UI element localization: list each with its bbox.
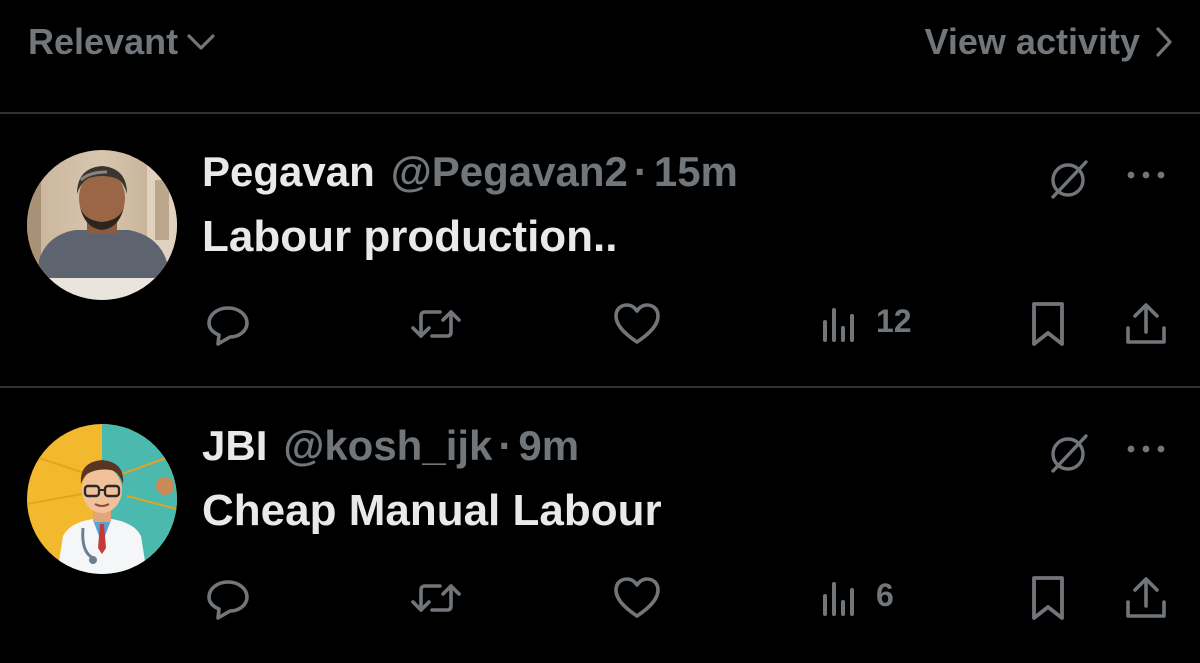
bookmark-button[interactable]: [1028, 574, 1068, 622]
reply-sort-bar: Relevant View activity: [0, 0, 1200, 114]
retweet-icon: [410, 574, 462, 622]
bookmark-icon: [1028, 574, 1068, 622]
separator-dot: ·: [498, 422, 513, 469]
grok-icon[interactable]: [1046, 156, 1092, 207]
view-activity-link[interactable]: View activity: [925, 18, 1174, 66]
timestamp[interactable]: 15m: [654, 148, 738, 196]
reply-icon: [204, 300, 252, 348]
tweet-actions: 12: [0, 300, 1200, 350]
timestamp[interactable]: 9m: [518, 422, 579, 470]
tweet-text: Labour production..: [202, 212, 618, 261]
more-icon[interactable]: [1124, 168, 1168, 187]
retweet-button[interactable]: [410, 300, 462, 348]
sort-label: Relevant: [28, 21, 179, 62]
tweet[interactable]: JBI @kosh_ijk · 9m Cheap Manual Labour 6: [0, 388, 1200, 663]
chevron-right-icon: [1154, 26, 1174, 58]
avatar[interactable]: [27, 424, 177, 574]
share-button[interactable]: [1122, 300, 1170, 348]
display-name[interactable]: JBI: [202, 422, 267, 470]
views-icon: [820, 574, 862, 616]
reply-icon: [204, 574, 252, 622]
display-name[interactable]: Pegavan: [202, 148, 375, 196]
like-button[interactable]: [612, 300, 662, 348]
heart-icon: [612, 300, 662, 348]
grok-icon[interactable]: [1046, 430, 1092, 481]
tweet[interactable]: Pegavan @Pegavan2 · 15m Labour productio…: [0, 114, 1200, 388]
retweet-button[interactable]: [410, 574, 462, 622]
tweet-actions: 6: [0, 574, 1200, 624]
bookmark-button[interactable]: [1028, 300, 1068, 348]
share-icon: [1122, 300, 1170, 348]
bookmark-icon: [1028, 300, 1068, 348]
heart-icon: [612, 574, 662, 622]
share-button[interactable]: [1122, 574, 1170, 622]
more-icon[interactable]: [1124, 442, 1168, 461]
separator-dot: ·: [633, 148, 648, 195]
avatar[interactable]: [27, 150, 177, 300]
tweet-header: JBI @kosh_ijk · 9m: [202, 422, 579, 474]
tweet-header: Pegavan @Pegavan2 · 15m: [202, 148, 738, 200]
user-handle[interactable]: @kosh_ijk: [283, 422, 492, 470]
sort-dropdown[interactable]: Relevant: [28, 18, 216, 66]
chevron-down-icon: [186, 32, 216, 52]
share-icon: [1122, 574, 1170, 622]
retweet-icon: [410, 300, 462, 348]
view-activity-label: View activity: [924, 21, 1140, 62]
views-count: 12: [876, 302, 912, 339]
views-count: 6: [876, 576, 894, 613]
reply-button[interactable]: [204, 300, 252, 348]
views-button[interactable]: 6: [820, 574, 894, 616]
user-handle[interactable]: @Pegavan2: [391, 148, 628, 196]
views-icon: [820, 300, 862, 342]
tweet-text: Cheap Manual Labour: [202, 486, 662, 535]
reply-button[interactable]: [204, 574, 252, 622]
like-button[interactable]: [612, 574, 662, 622]
views-button[interactable]: 12: [820, 300, 912, 342]
